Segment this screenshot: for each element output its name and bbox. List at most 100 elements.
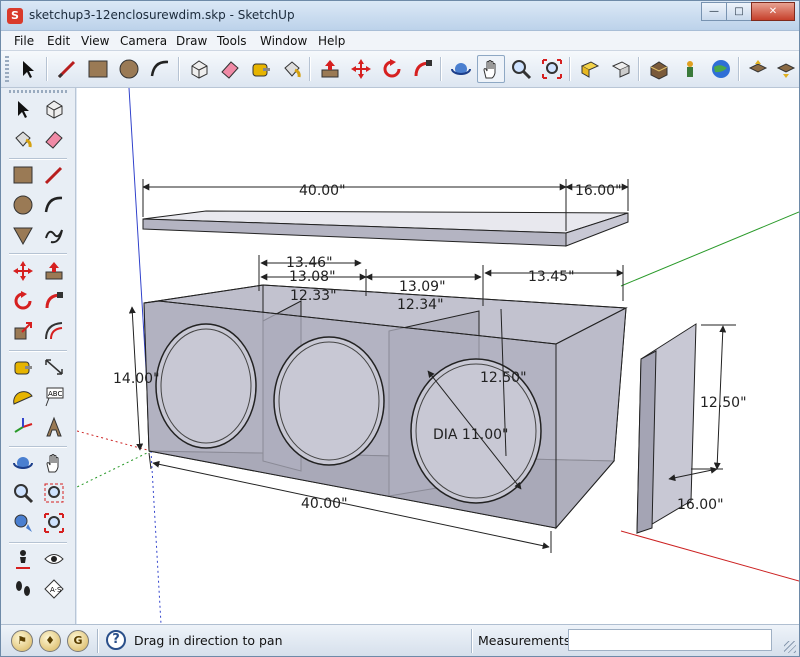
model-viewport[interactable]: 40.00" 16.00" 13.46" 13.08" 13.09" 13.45… [77, 88, 799, 624]
dim-top-13-08: 13.08" [289, 269, 336, 285]
rectangle-icon[interactable] [8, 160, 38, 190]
follow-me-icon[interactable] [39, 286, 69, 316]
move-icon[interactable] [347, 55, 375, 83]
move-icon[interactable] [8, 256, 38, 286]
enclosure-box [143, 284, 628, 530]
scale-icon[interactable] [8, 316, 38, 346]
tape-measure-icon[interactable] [8, 352, 38, 382]
paint-bucket-icon[interactable] [278, 55, 306, 83]
3d-text-icon[interactable] [39, 412, 69, 442]
dim-inner-12-33: 12.33" [290, 288, 337, 304]
menu-help[interactable]: Help [318, 34, 345, 48]
select-icon[interactable] [8, 94, 38, 124]
orbit-icon[interactable] [8, 448, 38, 478]
toolbar-grip[interactable] [5, 56, 9, 82]
eraser-icon[interactable] [216, 55, 244, 83]
text-icon[interactable]: ABC [39, 382, 69, 412]
measurements-input[interactable] [568, 629, 772, 651]
user-icon[interactable]: G [67, 630, 89, 652]
menu-file[interactable]: File [14, 34, 34, 48]
section-plane-icon[interactable]: A·S [39, 574, 69, 604]
orbit-icon[interactable] [447, 55, 475, 83]
help-icon[interactable]: ? [106, 630, 126, 650]
zoom-icon[interactable] [507, 55, 535, 83]
zoom-extents-icon[interactable] [39, 508, 69, 538]
lid-panel [142, 210, 629, 247]
push-pull-icon[interactable] [316, 55, 344, 83]
model-drawing: 40.00" 16.00" 13.46" 13.08" 13.09" 13.45… [77, 88, 799, 624]
polygon-icon[interactable] [8, 220, 38, 250]
title-bar: S sketchup3-12enclosurewdim.skp - Sketch… [1, 1, 799, 31]
menu-draw[interactable]: Draw [176, 34, 207, 48]
follow-me-icon[interactable] [409, 55, 437, 83]
main-toolbar [1, 51, 799, 88]
circle-icon[interactable] [115, 55, 143, 83]
rotate-icon[interactable] [378, 55, 406, 83]
axis-green [620, 211, 799, 287]
resize-grip[interactable] [784, 641, 796, 653]
pan-icon[interactable] [477, 55, 505, 83]
sketchup-app-icon[interactable]: S [7, 8, 23, 24]
pan-icon[interactable] [39, 448, 69, 478]
menu-window[interactable]: Window [260, 34, 307, 48]
minimize-button[interactable]: — [701, 2, 727, 21]
svg-text:A·S: A·S [50, 586, 62, 594]
share-model-icon[interactable] [744, 55, 772, 83]
rectangle-icon[interactable] [84, 55, 112, 83]
zoom-window-icon[interactable] [39, 478, 69, 508]
menu-bar: File Edit View Camera Draw Tools Window … [1, 31, 799, 51]
left-toolbar: ABC A·S [1, 88, 76, 624]
dim-bottom-width: 40.00" [301, 496, 348, 512]
arc-icon[interactable] [146, 55, 174, 83]
left-toolbar-grip[interactable] [9, 90, 67, 93]
next-view-icon[interactable] [607, 55, 635, 83]
zoom-extents-icon[interactable] [538, 55, 566, 83]
dim-hole-diameter: DIA 11.00" [433, 427, 508, 443]
eraser-icon[interactable] [39, 124, 69, 154]
arc-icon[interactable] [39, 190, 69, 220]
previous-view-icon[interactable] [576, 55, 604, 83]
svg-text:ABC: ABC [48, 390, 62, 398]
tape-measure-icon[interactable] [247, 55, 275, 83]
line-icon[interactable] [53, 55, 81, 83]
dim-lid-depth: 16.00" [575, 183, 622, 199]
rotate-icon[interactable] [8, 286, 38, 316]
credits-icon[interactable]: ♦ [39, 630, 61, 652]
status-bar: ⚑ ♦ G ? Drag in direction to pan Measure… [1, 624, 799, 656]
dim-inner-12-34: 12.34" [397, 297, 444, 313]
measurements-label: Measurements [478, 633, 571, 648]
dim-top-13-45: 13.45" [528, 269, 575, 285]
previous-view-icon[interactable] [8, 508, 38, 538]
google-earth-icon[interactable] [707, 55, 735, 83]
position-camera-icon[interactable] [8, 544, 38, 574]
walk-icon[interactable] [8, 574, 38, 604]
get-model-icon[interactable] [772, 55, 800, 83]
maximize-button[interactable]: □ [726, 2, 752, 21]
offset-icon[interactable] [39, 316, 69, 346]
menu-tools[interactable]: Tools [217, 34, 247, 48]
3d-warehouse-icon[interactable] [645, 55, 673, 83]
protractor-icon[interactable] [8, 382, 38, 412]
axes-icon[interactable] [8, 412, 38, 442]
close-button[interactable]: ✕ [751, 2, 795, 21]
select-icon[interactable] [14, 55, 42, 83]
look-around-icon[interactable] [39, 544, 69, 574]
circle-icon[interactable] [8, 190, 38, 220]
dim-height-14: 14.00" [113, 371, 160, 387]
menu-view[interactable]: View [81, 34, 109, 48]
make-component-icon[interactable] [39, 94, 69, 124]
zoom-icon[interactable] [8, 478, 38, 508]
menu-edit[interactable]: Edit [47, 34, 70, 48]
line-icon[interactable] [39, 160, 69, 190]
dim-panel-depth: 16.00" [677, 497, 724, 513]
dim-lid-width: 40.00" [299, 183, 346, 199]
make-component-icon[interactable] [185, 55, 213, 83]
geo-location-icon[interactable]: ⚑ [11, 630, 33, 652]
freehand-icon[interactable] [39, 220, 69, 250]
component-icon[interactable] [676, 55, 704, 83]
paint-bucket-icon[interactable] [8, 124, 38, 154]
menu-camera[interactable]: Camera [120, 34, 167, 48]
dim-top-13-09: 13.09" [399, 279, 446, 295]
dimension-icon[interactable] [39, 352, 69, 382]
push-pull-icon[interactable] [39, 256, 69, 286]
